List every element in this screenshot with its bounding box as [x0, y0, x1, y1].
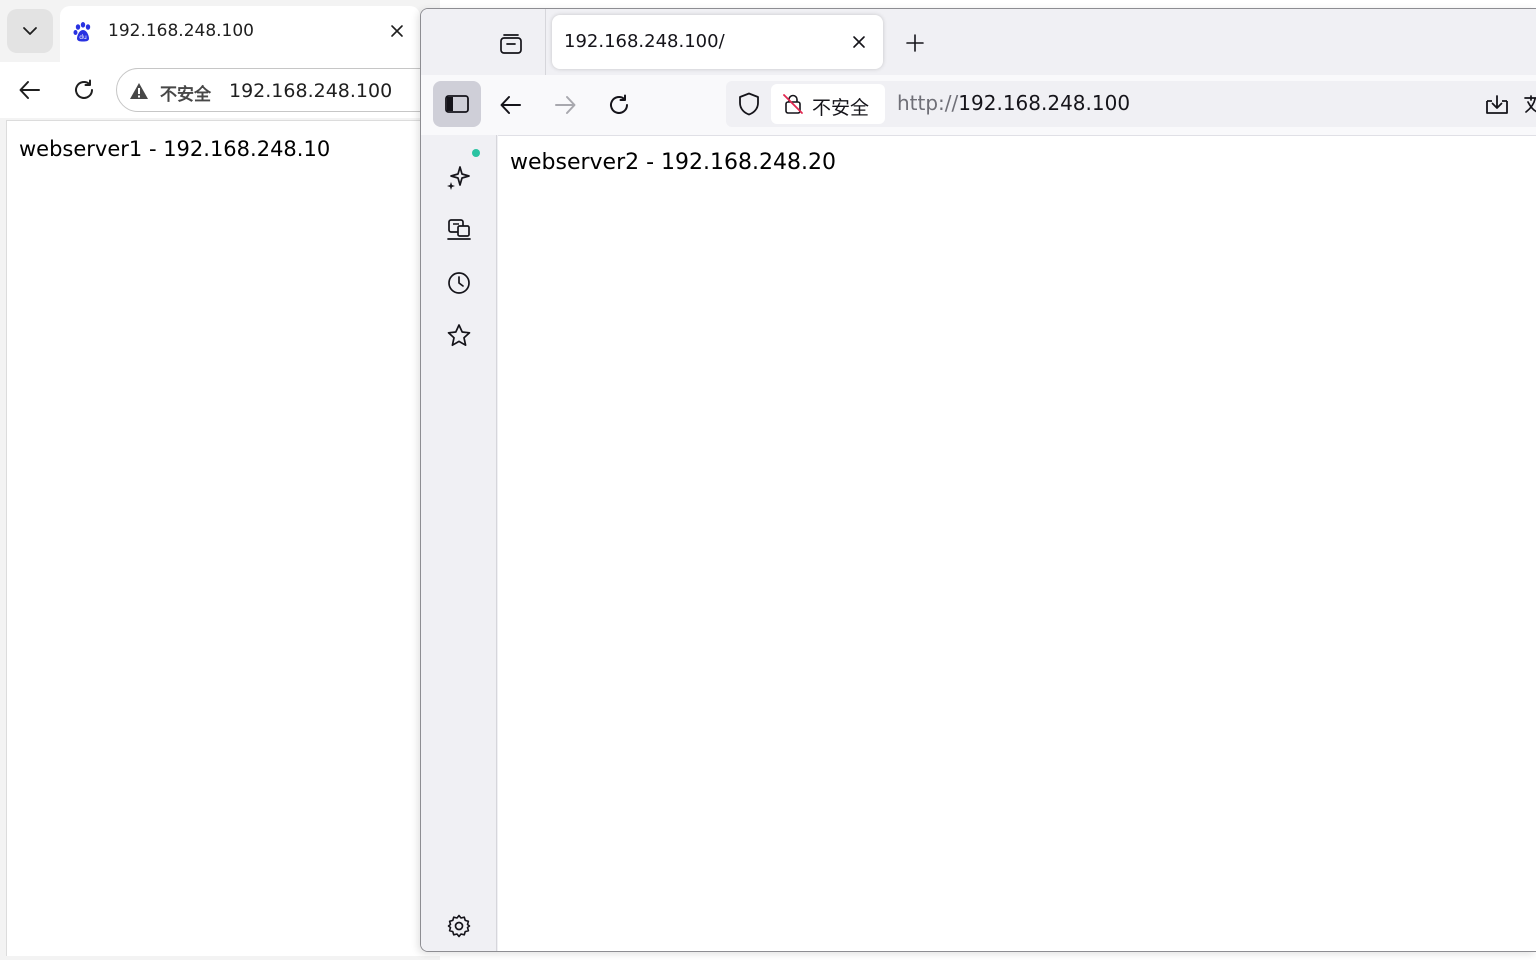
arrow-right-icon — [555, 96, 576, 114]
sidebar-bookmarks-button[interactable] — [443, 320, 475, 352]
history-icon — [448, 272, 470, 294]
url-scheme: http:// — [897, 91, 959, 115]
tab-overview-button[interactable] — [493, 26, 529, 62]
new-tab-button[interactable] — [901, 29, 929, 57]
right-reload-button[interactable] — [603, 89, 635, 121]
left-active-tab[interactable]: du 192.168.248.100 — [60, 6, 420, 62]
right-tab-close-button[interactable] — [847, 30, 871, 54]
insecure-lock-icon — [783, 94, 803, 114]
url-host: 192.168.248.100 — [958, 91, 1131, 115]
sidebar-settings-button[interactable] — [443, 910, 475, 942]
left-security-label[interactable]: 不安全 — [160, 80, 211, 105]
tracking-protection-shield-icon[interactable] — [736, 91, 762, 117]
left-url-text[interactable]: 192.168.248.100 — [229, 80, 392, 102]
left-page-viewport: webserver1 - 192.168.248.10 — [6, 120, 440, 956]
sidebar-synced-tabs-button[interactable] — [443, 214, 475, 246]
right-browser-window: 192.168.248.100/ 不安全 http://192.168.248.… — [420, 8, 1536, 952]
right-tabstrip: 192.168.248.100/ — [421, 9, 1536, 75]
right-page-viewport: webserver2 - 192.168.248.20 — [498, 135, 1536, 951]
left-browser-window: du 192.168.248.100 不安全 192.168.248.100 w… — [0, 0, 446, 960]
right-forward-button[interactable] — [549, 89, 581, 121]
close-icon — [853, 36, 865, 48]
warning-triangle-icon — [130, 83, 148, 99]
notification-dot — [472, 149, 480, 157]
right-back-button[interactable] — [495, 89, 527, 121]
right-address-bar[interactable]: 不安全 http://192.168.248.100 — [726, 81, 1536, 127]
right-page-text: webserver2 - 192.168.248.20 — [510, 150, 837, 175]
download-icon — [1486, 95, 1508, 114]
right-navbar: 不安全 http://192.168.248.100 — [421, 75, 1536, 135]
translate-icon — [1524, 95, 1536, 113]
arrow-left-icon — [500, 96, 521, 114]
reload-icon — [610, 94, 628, 114]
tab-list-icon — [500, 34, 522, 54]
tabstrip-separator — [545, 9, 546, 75]
sidebar-icon — [445, 95, 469, 113]
plus-icon — [906, 34, 924, 52]
sidebar-toggle-button[interactable] — [433, 81, 481, 127]
left-reload-button[interactable] — [68, 74, 100, 106]
close-icon — [391, 25, 403, 37]
left-back-button[interactable] — [14, 74, 46, 106]
sidebar-ai-chatbot-button[interactable] — [443, 161, 475, 193]
translate-button[interactable] — [1523, 89, 1536, 121]
left-tab-close-button[interactable] — [385, 19, 409, 43]
left-page-text: webserver1 - 192.168.248.10 — [19, 137, 331, 161]
left-tab-title: 192.168.248.100 — [108, 21, 255, 41]
svg-text:du: du — [79, 34, 87, 41]
tab-search-button[interactable] — [7, 9, 53, 53]
left-address-bar[interactable]: 不安全 192.168.248.100 — [116, 68, 446, 112]
right-active-tab[interactable]: 192.168.248.100/ — [552, 15, 883, 69]
right-url-text[interactable]: http://192.168.248.100 — [897, 91, 1130, 115]
reload-icon — [75, 79, 93, 99]
right-tab-title: 192.168.248.100/ — [564, 31, 725, 52]
baidu-paw-icon: du — [73, 22, 91, 42]
right-sidebar — [421, 135, 497, 951]
left-toolbar: 不安全 192.168.248.100 — [0, 62, 446, 118]
synced-devices-icon — [447, 219, 471, 240]
right-security-label: 不安全 — [812, 97, 870, 119]
left-tabstrip: du 192.168.248.100 — [0, 0, 440, 62]
ai-sparkle-icon — [447, 166, 470, 190]
arrow-left-icon — [19, 81, 40, 99]
bookmarks-star-icon — [447, 324, 471, 347]
sidebar-history-button[interactable] — [443, 267, 475, 299]
connection-insecure-indicator[interactable]: 不安全 — [771, 84, 885, 124]
settings-gear-icon — [447, 914, 471, 938]
downloads-button[interactable] — [1481, 89, 1513, 121]
chevron-down-icon — [23, 27, 37, 35]
